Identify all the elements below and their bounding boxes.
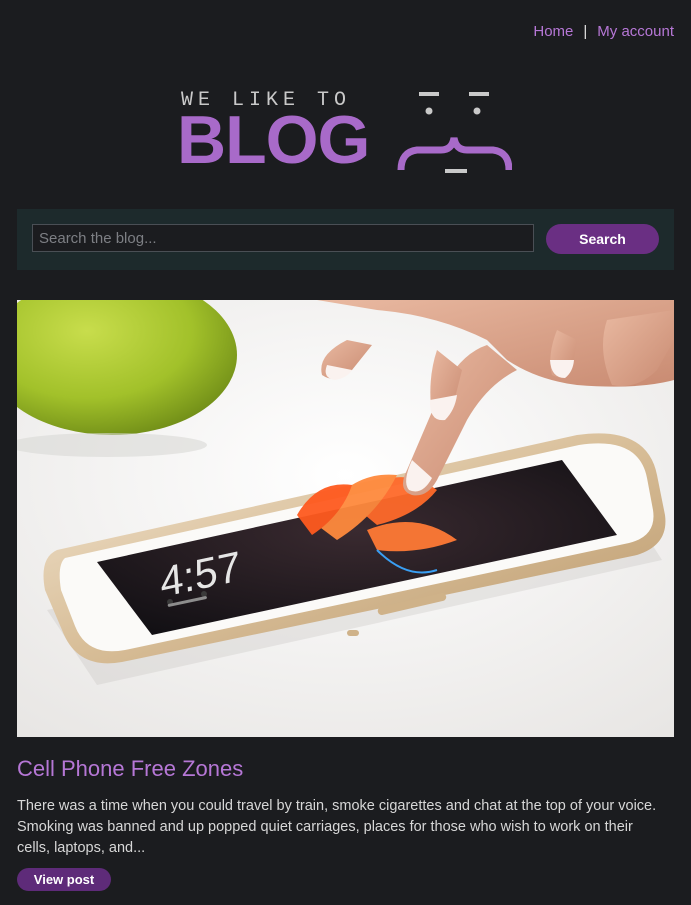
nav-separator: | (583, 23, 588, 40)
blog-page: Home | My account WE LIKE TO BLOG Search (0, 0, 691, 905)
search-button[interactable]: Search (546, 224, 659, 254)
home-link[interactable]: Home (533, 23, 573, 40)
phone-photo-icon: 4:57 (17, 300, 674, 737)
my-account-link[interactable]: My account (597, 23, 674, 40)
post-excerpt: There was a time when you could travel b… (17, 798, 657, 856)
search-panel: Search (17, 209, 674, 270)
logo-word: BLOG (177, 102, 370, 178)
post-image[interactable]: 4:57 (17, 300, 674, 737)
logo-face-icon (397, 92, 512, 173)
search-input[interactable] (32, 224, 534, 252)
view-post-button[interactable]: View post (17, 868, 111, 891)
site-logo[interactable]: WE LIKE TO BLOG (177, 86, 517, 178)
post-title[interactable]: Cell Phone Free Zones (17, 756, 243, 782)
top-nav: Home | My account (533, 23, 674, 40)
